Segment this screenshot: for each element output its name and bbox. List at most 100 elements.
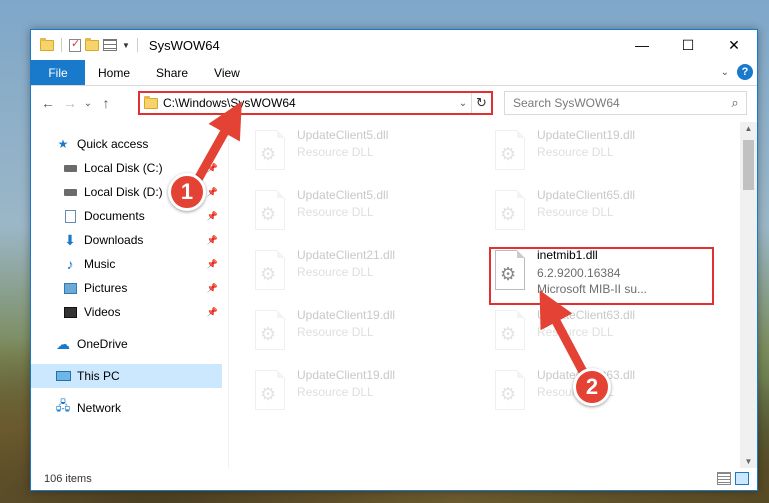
help-icon[interactable]: ? <box>737 64 753 80</box>
search-icon[interactable]: ⌕ <box>724 95 746 111</box>
file-type: Resource DLL <box>537 205 614 219</box>
sidebar-item-music[interactable]: ♪ Music 📌 <box>31 252 228 276</box>
details-view-icon[interactable] <box>717 472 731 485</box>
up-button[interactable]: ↑ <box>95 95 117 111</box>
address-path[interactable]: C:\Windows\SysWOW64 <box>163 96 455 110</box>
address-bar[interactable]: C:\Windows\SysWOW64 ⌄ ↻ <box>138 91 493 115</box>
dll-file-icon: ⚙ <box>251 310 287 354</box>
drive-icon <box>62 184 78 200</box>
window-controls: — ☐ ✕ <box>619 30 757 60</box>
sidebar-item-this-pc[interactable]: This PC <box>31 364 222 388</box>
close-button[interactable]: ✕ <box>711 30 757 60</box>
file-type: Resource DLL <box>297 265 374 279</box>
pin-icon[interactable]: 📌 <box>207 187 218 198</box>
view-icon[interactable] <box>103 39 117 51</box>
sidebar-item-label: This PC <box>77 369 120 383</box>
file-type: Resource DLL <box>297 385 374 399</box>
highlight-box <box>489 247 714 305</box>
toolbar-divider <box>61 38 62 52</box>
file-item[interactable]: ⚙ UpdateClient5.dll Resource DLL <box>251 126 471 180</box>
ribbon: File Home Share View ⌄ ? <box>31 60 757 86</box>
navigation-bar: ← → ⌄ ↑ C:\Windows\SysWOW64 ⌄ ↻ Search S… <box>31 86 757 120</box>
scroll-up-icon[interactable]: ▲ <box>740 124 757 133</box>
forward-button[interactable]: → <box>59 95 81 111</box>
search-input[interactable]: Search SysWOW64 <box>513 96 724 110</box>
sidebar-item-label: OneDrive <box>77 337 128 351</box>
address-dropdown-chevron-icon[interactable]: ⌄ <box>455 98 471 109</box>
file-item[interactable]: ⚙ UpdateClient19.dll Resource DLL <box>251 306 471 360</box>
pin-icon[interactable]: 📌 <box>207 211 218 222</box>
file-name: UpdateClient19.dll <box>297 368 396 382</box>
file-item[interactable]: ⚙ UpdateClient19.dll Resource DLL <box>251 366 471 420</box>
file-item[interactable]: ⚙ UpdateClient21.dll Resource DLL <box>251 246 471 300</box>
file-name: UpdateClient5.dll <box>297 188 389 202</box>
properties-icon[interactable] <box>69 37 81 52</box>
videos-icon <box>62 304 78 320</box>
sidebar-item-pictures[interactable]: Pictures 📌 <box>31 276 228 300</box>
sidebar-item-label: Videos <box>84 305 121 319</box>
new-folder-icon[interactable] <box>85 37 99 51</box>
file-explorer-window: ▼ SysWOW64 — ☐ ✕ File Home Share View ⌄ … <box>30 29 758 491</box>
file-item[interactable]: ⚙ UpdateClient63.dll Resource DLL <box>491 306 711 360</box>
cloud-icon: ☁ <box>56 335 70 352</box>
sidebar-item-onedrive[interactable]: ☁ OneDrive <box>31 332 228 356</box>
scrollbar-thumb[interactable] <box>743 140 754 190</box>
search-box[interactable]: Search SysWOW64 ⌕ <box>504 91 747 115</box>
expand-ribbon-chevron-icon[interactable]: ⌄ <box>721 67 729 78</box>
status-bar: 106 items <box>31 468 757 490</box>
sidebar-item-downloads[interactable]: ⬇ Downloads 📌 <box>31 228 228 252</box>
file-item[interactable]: ⚙ UpdateClient5.dll Resource DLL <box>251 186 471 240</box>
file-item[interactable]: ⚙ UpdateClient65.dll Resource DLL <box>491 186 711 240</box>
pin-icon[interactable]: 📌 <box>207 163 218 174</box>
tab-home[interactable]: Home <box>85 60 143 85</box>
file-name: UpdateClient5.dll <box>297 128 389 142</box>
drive-icon <box>62 160 78 176</box>
tab-file[interactable]: File <box>31 60 85 85</box>
pin-icon[interactable]: 📌 <box>207 307 218 318</box>
documents-icon <box>62 208 78 224</box>
folder-icon <box>40 37 54 51</box>
customize-toolbar-chevron-icon[interactable]: ▼ <box>122 41 130 50</box>
navigation-pane: ★ Quick access Local Disk (C:) 📌 Local D… <box>31 122 229 468</box>
file-name: UpdateClient65.dll <box>537 188 636 202</box>
pin-icon[interactable]: 📌 <box>207 259 218 270</box>
vertical-scrollbar[interactable]: ▲ ▼ <box>740 122 757 468</box>
sidebar-item-videos[interactable]: Videos 📌 <box>31 300 228 324</box>
file-type: Resource DLL <box>297 325 374 339</box>
title-bar: ▼ SysWOW64 — ☐ ✕ <box>31 30 757 60</box>
sidebar-item-label: Local Disk (C:) <box>84 161 163 175</box>
pictures-icon <box>62 280 78 296</box>
view-switcher <box>717 472 749 485</box>
pin-icon[interactable]: 📌 <box>207 235 218 246</box>
annotation-badge-1: 1 <box>168 173 206 211</box>
dll-file-icon: ⚙ <box>491 190 527 234</box>
sidebar-item-quick-access[interactable]: ★ Quick access <box>31 132 228 156</box>
tab-share[interactable]: Share <box>143 60 201 85</box>
ribbon-right-controls: ⌄ ? <box>721 64 753 80</box>
minimize-button[interactable]: — <box>619 30 665 60</box>
refresh-icon[interactable]: ↻ <box>471 93 491 113</box>
dll-file-icon: ⚙ <box>491 310 527 354</box>
recent-locations-chevron-icon[interactable]: ⌄ <box>81 98 95 109</box>
item-count: 106 items <box>44 473 92 485</box>
maximize-button[interactable]: ☐ <box>665 30 711 60</box>
dll-file-icon: ⚙ <box>251 130 287 174</box>
sidebar-item-documents[interactable]: Documents 📌 <box>31 204 228 228</box>
scroll-down-icon[interactable]: ▼ <box>740 457 757 466</box>
tab-view[interactable]: View <box>201 60 253 85</box>
sidebar-item-label: Downloads <box>84 233 144 247</box>
sidebar-item-network[interactable]: 🖧 Network <box>31 396 228 420</box>
file-item[interactable]: ⚙ UpdateClient19.dll Resource DLL <box>491 126 711 180</box>
dll-file-icon: ⚙ <box>491 130 527 174</box>
large-icons-view-icon[interactable] <box>735 472 749 485</box>
file-type: Resource DLL <box>537 325 614 339</box>
sidebar-item-label: Music <box>84 257 116 271</box>
back-button[interactable]: ← <box>37 95 59 111</box>
pin-icon[interactable]: 📌 <box>207 283 218 294</box>
annotation-badge-2: 2 <box>573 368 611 406</box>
file-list: ⚙ UpdateClient5.dll Resource DLL ⚙ Updat… <box>229 122 757 468</box>
file-name: UpdateClient19.dll <box>537 128 636 142</box>
